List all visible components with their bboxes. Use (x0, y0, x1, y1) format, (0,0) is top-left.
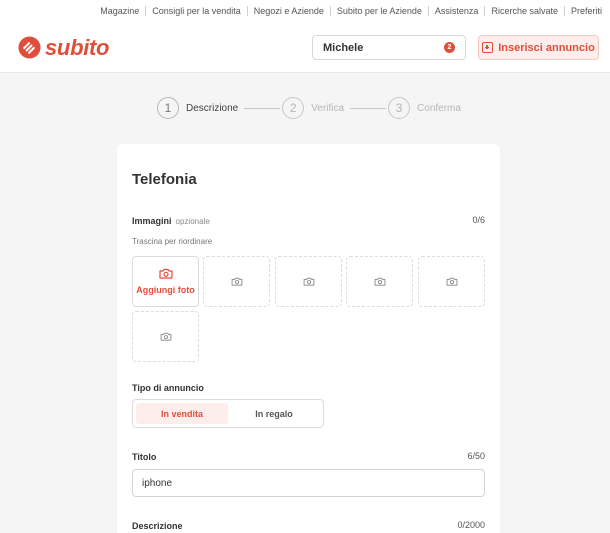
reorder-hint: Trascina per riordinare (132, 237, 213, 246)
toplink-assistenza[interactable]: Assistenza (429, 6, 486, 16)
step-1-circle: 1 (157, 97, 179, 119)
option-in-vendita[interactable]: In vendita (136, 403, 228, 424)
ad-form-card: Telefonia Immagini opzionale 0/6 Trascina… (117, 144, 500, 533)
photo-slot[interactable] (203, 256, 270, 307)
toplink-aziende[interactable]: Subito per le Aziende (331, 6, 429, 16)
add-photo-button[interactable]: Aggiungi foto (132, 256, 199, 307)
toplink-ricerche-salvate[interactable]: Ricerche salvate (485, 6, 565, 16)
plus-square-icon (482, 42, 494, 53)
step-3-label: Conferma (417, 102, 461, 114)
logo-wordmark: subito (45, 34, 110, 60)
category-title: Telefonia (132, 171, 197, 188)
title-counter: 6/50 (467, 451, 485, 461)
main-header: subito Michele 2 Inserisci annuncio (0, 22, 610, 73)
photo-slot[interactable] (418, 256, 485, 307)
camera-icon (231, 277, 242, 286)
toplink-consigli[interactable]: Consigli per la vendita (146, 6, 248, 16)
notification-badge: 2 (444, 42, 455, 53)
add-photo-label: Aggiungi foto (136, 285, 195, 295)
subito-logo[interactable]: subito (18, 34, 110, 60)
toplink-negozi[interactable]: Negozi e Aziende (248, 6, 331, 16)
progress-stepper: 1 Descrizione 2 Verifica 3 Conferma (157, 97, 461, 119)
title-input[interactable]: iphone (132, 469, 485, 497)
images-label-text: Immagini (132, 216, 172, 226)
top-utility-bar: Magazine Consigli per la vendita Negozi … (0, 0, 610, 22)
step-1-label: Descrizione (186, 102, 239, 114)
option-in-regalo[interactable]: In regalo (228, 403, 320, 424)
cta-label: Inserisci annuncio (498, 41, 595, 54)
title-label: Titolo (132, 452, 157, 462)
user-menu-button[interactable]: Michele 2 (312, 35, 466, 60)
photo-slot[interactable] (275, 256, 342, 307)
images-label: Immagini opzionale (132, 216, 210, 226)
camera-icon (303, 277, 314, 286)
camera-add-icon (158, 268, 173, 279)
toplink-preferiti[interactable]: Preferiti (565, 6, 602, 16)
step-connector (350, 107, 387, 109)
camera-icon (374, 277, 385, 286)
optional-tag: opzionale (175, 217, 210, 226)
step-2-circle: 2 (282, 97, 305, 119)
camera-icon (160, 332, 171, 341)
camera-icon (446, 277, 457, 286)
step-connector (244, 107, 281, 109)
toplink-magazine[interactable]: Magazine (94, 6, 147, 16)
ad-type-toggle: In vendita In regalo (132, 399, 324, 428)
subito-logo-icon (18, 36, 41, 59)
ad-type-label: Tipo di annuncio (132, 383, 204, 393)
photo-slot[interactable] (132, 311, 199, 362)
step-2-label: Verifica (311, 102, 345, 114)
user-name: Michele (323, 41, 364, 54)
description-label: Descrizione (132, 521, 183, 531)
description-counter: 0/2000 (457, 520, 485, 530)
step-3-circle: 3 (388, 97, 411, 119)
inserisci-annuncio-button[interactable]: Inserisci annuncio (478, 35, 599, 60)
images-counter: 0/6 (472, 215, 485, 225)
photo-slot[interactable] (346, 256, 413, 307)
top-links: Magazine Consigli per la vendita Negozi … (94, 6, 602, 16)
